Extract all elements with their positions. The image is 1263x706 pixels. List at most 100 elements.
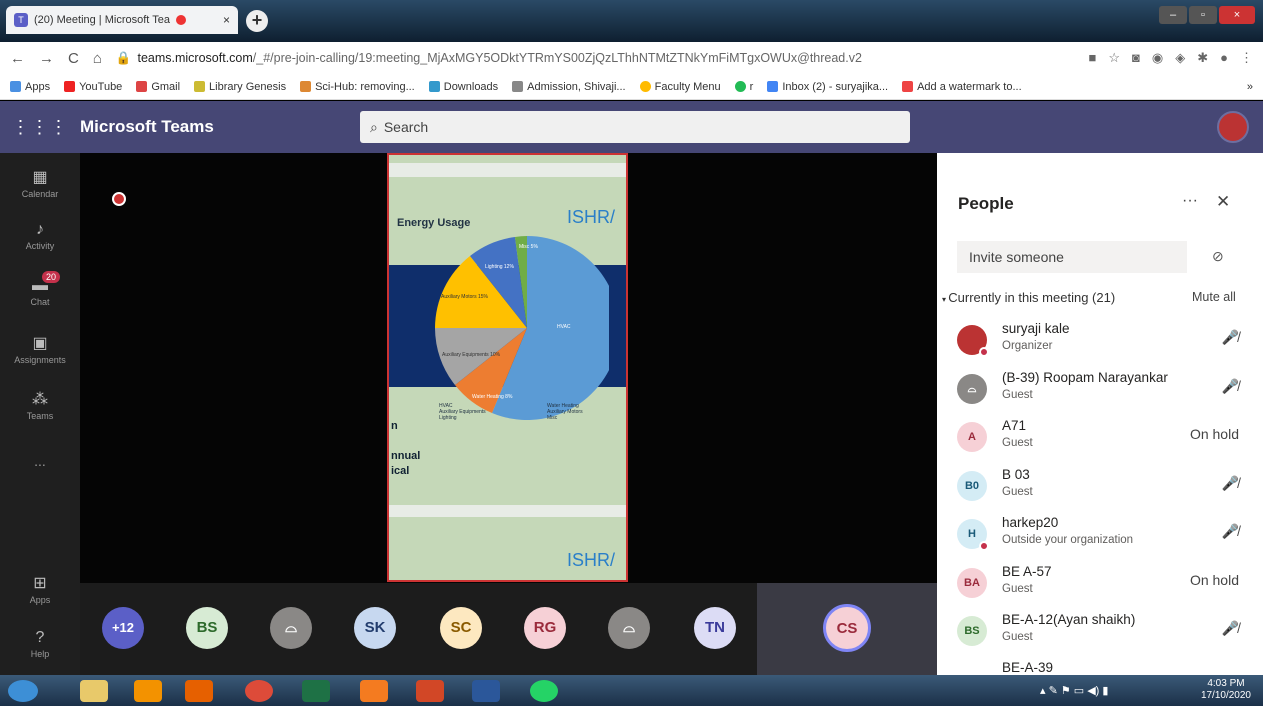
browser-tab[interactable]: T (20) Meeting | Microsoft Tea × — [6, 6, 238, 34]
more-participants-button[interactable]: +12 — [102, 607, 144, 649]
participant-name: harkep20 — [1002, 515, 1059, 530]
close-window-button[interactable]: × — [1219, 6, 1255, 24]
people-title: People — [958, 194, 1014, 213]
participant-row[interactable]: BE-A-39 — [957, 660, 1247, 675]
bookmark-scihub[interactable]: Sci-Hub: removing... — [300, 81, 415, 93]
back-icon[interactable]: ← — [10, 50, 25, 67]
address-bar[interactable]: 🔒 teams.microsoft.com/_#/pre-join-callin… — [116, 51, 862, 66]
more-options-icon[interactable]: ··· — [1182, 192, 1198, 210]
search-input[interactable]: ⌕ Search — [360, 111, 910, 143]
participant-row[interactable]: BS BE-A-12(Ayan shaikh) Guest 🎤̸ — [957, 612, 1247, 660]
rail-chat[interactable]: ▬ 20 Chat — [0, 271, 80, 307]
mic-off-icon[interactable]: 🎤̸ — [1222, 620, 1239, 637]
rail-calendar[interactable]: ▦ Calendar — [0, 167, 80, 199]
extension-icon[interactable]: ◈ — [1175, 50, 1185, 66]
bookmark-faculty[interactable]: Faculty Menu — [639, 81, 721, 93]
bookmark-youtube[interactable]: YouTube — [64, 81, 122, 93]
participant-avatar[interactable]: TN — [694, 607, 736, 649]
clock[interactable]: 4:03 PM 17/10/2020 — [1201, 678, 1251, 702]
recording-indicator-icon — [112, 192, 126, 206]
avatar: B0 — [957, 471, 987, 501]
rail-teams[interactable]: ⁂ Teams — [0, 389, 80, 421]
more-bookmarks[interactable]: » — [1247, 81, 1253, 93]
excel-icon[interactable] — [302, 680, 330, 702]
mic-off-icon[interactable]: 🎤̸ — [1222, 329, 1239, 346]
maximize-button[interactable]: ▫ — [1189, 6, 1217, 24]
bookmark-r[interactable]: r — [734, 81, 753, 93]
minimize-button[interactable]: – — [1159, 6, 1187, 24]
bookmark-watermark[interactable]: Add a watermark to... — [902, 81, 1022, 93]
firefox-icon[interactable] — [185, 680, 213, 702]
site-icon — [512, 81, 524, 92]
search-icon: ⌕ — [370, 118, 378, 135]
file-explorer-icon[interactable] — [80, 680, 108, 702]
puzzle-icon[interactable]: ✱ — [1197, 50, 1208, 66]
forward-icon[interactable]: → — [39, 50, 54, 67]
rail-apps[interactable]: ⊞ Apps — [0, 573, 80, 605]
presence-dot — [979, 347, 989, 357]
slide-title: Energy Usage — [397, 217, 471, 229]
new-tab-button[interactable]: + — [246, 10, 268, 32]
rail-more[interactable]: ... — [0, 453, 80, 469]
participant-name: A71 — [1002, 418, 1027, 433]
rail-activity[interactable]: ♪ Activity — [0, 221, 80, 251]
pie-legend: HVAC Auxiliary Equipments Lighting — [439, 403, 486, 421]
invite-someone-input[interactable]: Invite someone — [957, 241, 1187, 273]
pie-label: Auxiliary Motors 15% — [441, 294, 489, 300]
participant-avatar[interactable]: RG — [524, 607, 566, 649]
powerpoint-icon[interactable] — [416, 680, 444, 702]
home-icon[interactable]: ⌂ — [93, 50, 102, 67]
rail-assignments[interactable]: ▣ Assignments — [0, 333, 80, 365]
participant-avatar[interactable]: SC — [440, 607, 482, 649]
mic-off-icon[interactable]: 🎤̸ — [1222, 378, 1239, 395]
active-speaker-avatar[interactable]: CS — [823, 604, 871, 652]
reload-icon[interactable]: C — [68, 50, 79, 67]
word-icon[interactable] — [472, 680, 500, 702]
chrome-icon[interactable] — [245, 680, 273, 702]
user-avatar[interactable] — [1217, 111, 1249, 143]
start-button-icon[interactable] — [8, 680, 38, 702]
mic-off-icon[interactable]: 🎤̸ — [1222, 475, 1239, 492]
participant-row[interactable]: BA BE A-57 Guest On hold — [957, 564, 1247, 612]
participant-row[interactable]: suryaji kale Organizer 🎤̸ — [957, 321, 1247, 369]
star-icon[interactable]: ☆ — [1108, 50, 1120, 66]
close-panel-icon[interactable]: ✕ — [1216, 192, 1230, 212]
share-link-icon[interactable]: ⊘ — [1212, 248, 1224, 265]
mic-off-icon[interactable]: 🎤̸ — [1222, 523, 1239, 540]
legend-item: Lighting — [439, 415, 457, 421]
participant-row[interactable]: A A71 Guest On hold — [957, 418, 1247, 466]
pie-label: Auxiliary Equipments 10% — [442, 352, 501, 358]
close-tab-icon[interactable]: × — [223, 13, 230, 27]
legend-item: Misc — [547, 415, 558, 421]
participant-avatar[interactable]: SK — [354, 607, 396, 649]
book-icon — [194, 81, 206, 92]
meeting-section-header[interactable]: ▾ Currently in this meeting (21) — [942, 290, 1115, 305]
vlc-icon[interactable] — [134, 680, 162, 702]
participant-row[interactable]: ⌓ (B-39) Roopam Narayankar Guest 🎤̸ — [957, 370, 1247, 418]
bookmark-gmail[interactable]: Gmail — [136, 81, 180, 93]
participant-avatar[interactable]: BS — [186, 607, 228, 649]
app-icon[interactable] — [360, 680, 388, 702]
extension-icon[interactable]: ◙ — [1132, 50, 1140, 66]
participant-row[interactable]: B0 B 03 Guest 🎤̸ — [957, 467, 1247, 515]
participant-avatar[interactable]: ⌓ — [270, 607, 312, 649]
app-launcher-icon[interactable]: ⋮⋮⋮ — [0, 117, 80, 138]
mute-all-button[interactable]: Mute all — [1192, 290, 1236, 304]
system-tray-icons[interactable]: ▴ ✎ ⚑ ▭ ◀) ▮ — [1040, 684, 1108, 697]
menu-icon[interactable]: ⋮ — [1240, 50, 1253, 66]
participant-avatar[interactable]: ⌓ — [608, 607, 650, 649]
assignments-icon: ▣ — [32, 335, 48, 352]
bookmark-apps[interactable]: Apps — [10, 81, 50, 93]
participant-name: suryaji kale — [1002, 321, 1070, 336]
clock-date: 17/10/2020 — [1200, 690, 1251, 701]
profile-icon[interactable]: ● — [1220, 50, 1228, 66]
bookmark-admission[interactable]: Admission, Shivaji... — [512, 81, 626, 93]
participant-row[interactable]: H harkep20 Outside your organization 🎤̸ — [957, 515, 1247, 563]
camera-icon[interactable]: ■ — [1089, 50, 1097, 66]
bookmark-inbox[interactable]: Inbox (2) - suryajika... — [767, 81, 888, 93]
bookmark-downloads[interactable]: Downloads — [428, 81, 498, 93]
whatsapp-icon[interactable] — [530, 680, 558, 702]
bookmark-libgen[interactable]: Library Genesis — [194, 81, 286, 93]
rail-help[interactable]: ? Help — [0, 629, 80, 659]
extension-icon[interactable]: ◉ — [1152, 50, 1163, 66]
